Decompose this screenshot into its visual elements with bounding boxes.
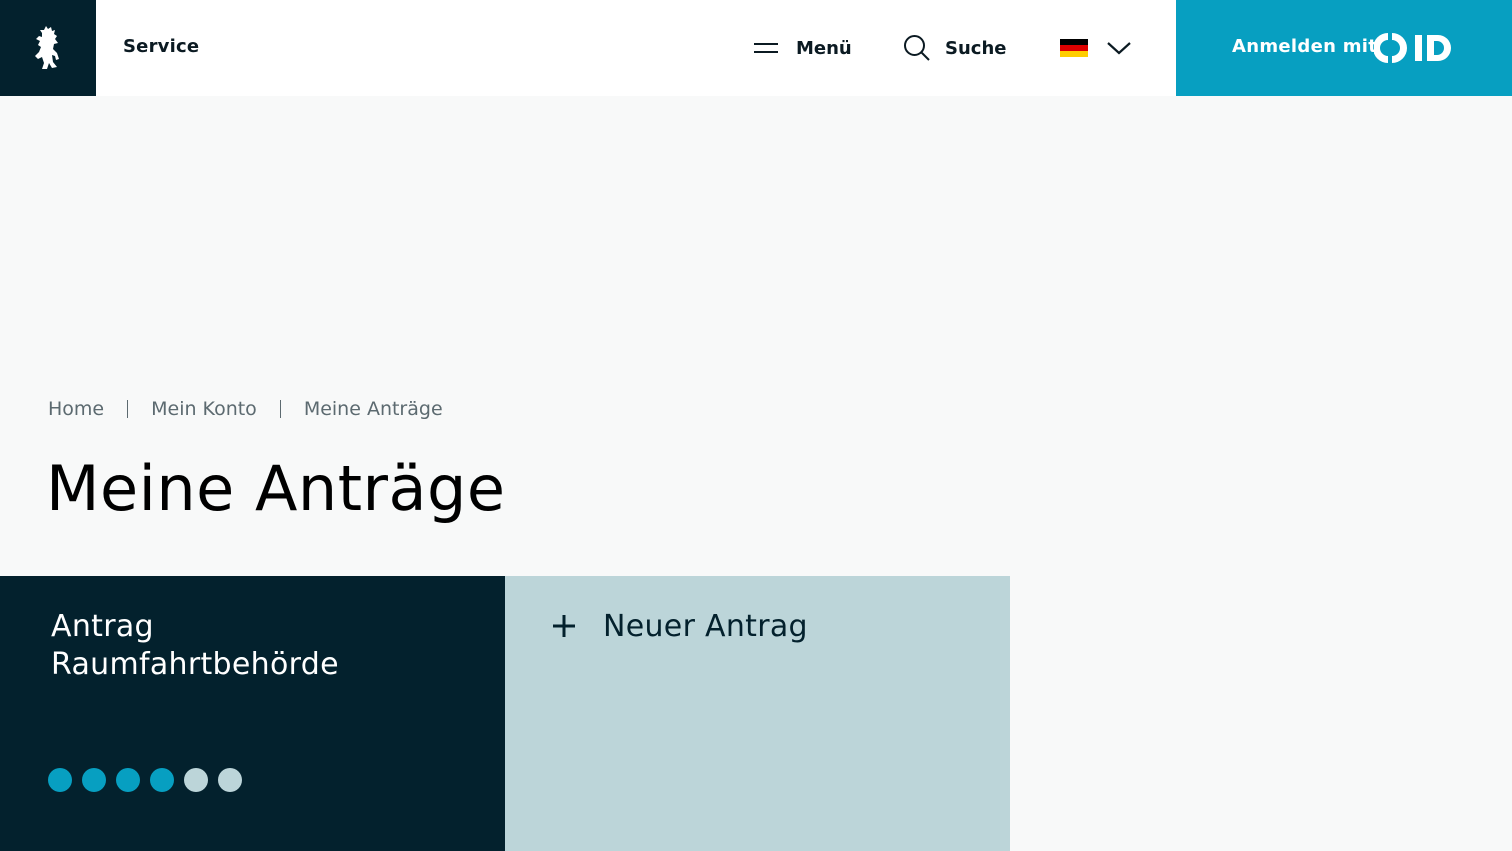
application-card-title-line2: Raumfahrtbehörde bbox=[51, 647, 339, 682]
language-selector[interactable] bbox=[1060, 28, 1132, 68]
breadcrumb-current: Meine Anträge bbox=[303, 398, 443, 420]
breadcrumb-separator bbox=[279, 400, 281, 418]
progress-step-completed bbox=[48, 768, 72, 792]
application-card-title: Antrag Raumfahrtbehörde bbox=[51, 608, 471, 684]
menu-label: Menü bbox=[796, 37, 852, 59]
menu-button[interactable]: Menü bbox=[754, 28, 852, 68]
chevron-down-icon bbox=[1107, 42, 1131, 55]
login-button[interactable]: Anmelden mit bbox=[1176, 0, 1512, 96]
progress-step-completed bbox=[82, 768, 106, 792]
site-header: Service Menü Suche Anmelden mit bbox=[0, 0, 1512, 96]
search-icon bbox=[904, 35, 930, 61]
berlin-bear-icon bbox=[35, 26, 59, 69]
berlin-id-logo-icon bbox=[1374, 33, 1451, 63]
breadcrumb: Home Mein Konto Meine Anträge bbox=[48, 398, 443, 420]
new-application-button[interactable]: Neuer Antrag bbox=[505, 576, 1010, 851]
breadcrumb-mein-konto[interactable]: Mein Konto bbox=[151, 398, 257, 420]
application-card-title-line1: Antrag bbox=[51, 609, 154, 644]
application-progress-indicator bbox=[48, 768, 242, 792]
progress-step-completed bbox=[116, 768, 140, 792]
hamburger-icon bbox=[754, 43, 778, 53]
progress-step-completed bbox=[150, 768, 174, 792]
breadcrumb-home[interactable]: Home bbox=[48, 398, 104, 420]
progress-step-pending bbox=[184, 768, 208, 792]
application-card[interactable]: Antrag Raumfahrtbehörde bbox=[0, 576, 505, 851]
berlin-logo[interactable] bbox=[0, 0, 96, 96]
search-button[interactable]: Suche bbox=[903, 28, 1006, 68]
login-label: Anmelden mit bbox=[1232, 36, 1378, 57]
new-application-label: Neuer Antrag bbox=[603, 609, 808, 644]
plus-icon bbox=[553, 615, 575, 637]
search-label: Suche bbox=[945, 37, 1007, 59]
page-title: Meine Anträge bbox=[46, 452, 506, 525]
breadcrumb-separator bbox=[127, 400, 129, 418]
german-flag-icon bbox=[1060, 39, 1088, 57]
service-link[interactable]: Service bbox=[123, 36, 199, 57]
progress-step-pending bbox=[218, 768, 242, 792]
